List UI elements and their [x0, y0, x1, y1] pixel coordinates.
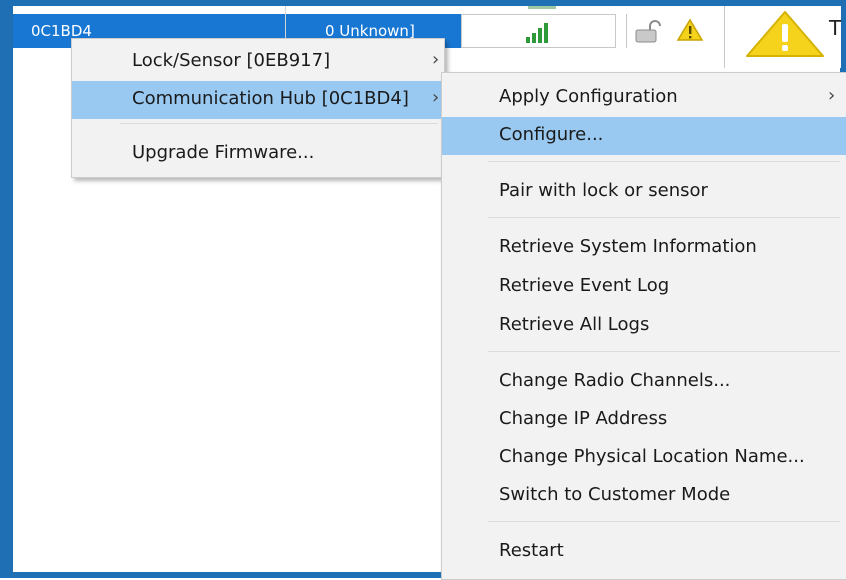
panel-text: T — [829, 16, 842, 40]
menu-item-apply-configuration[interactable]: Apply Configuration › — [442, 79, 846, 117]
chevron-right-icon: › — [432, 87, 440, 108]
menu-item-change-ip-address[interactable]: Change IP Address — [442, 401, 846, 439]
menu-item-pair[interactable]: Pair with lock or sensor — [442, 173, 846, 211]
menu-item-communication-hub[interactable]: Communication Hub [0C1BD4] › — [72, 81, 444, 119]
menu-item-upgrade-firmware[interactable]: Upgrade Firmware... — [72, 135, 444, 173]
menu-separator — [488, 521, 840, 522]
chevron-right-icon: › — [432, 49, 440, 70]
padlock-icon — [635, 20, 661, 43]
menu-separator — [120, 123, 438, 124]
menu-item-lock-sensor[interactable]: Lock/Sensor [0EB917] › — [72, 43, 444, 81]
chevron-right-icon: › — [828, 85, 836, 106]
warning-triangle-icon — [676, 18, 704, 41]
menu-item-retrieve-system-info[interactable]: Retrieve System Information — [442, 229, 846, 267]
column-header-indicator — [528, 6, 556, 9]
menu-item-change-location-name[interactable]: Change Physical Location Name... — [442, 439, 846, 477]
menu-item-configure[interactable]: Configure... — [442, 117, 846, 155]
status-panel: T — [724, 6, 841, 68]
warning-large-icon — [746, 11, 824, 57]
menu-item-restart[interactable]: Restart — [442, 533, 846, 571]
signal-strength-icon — [526, 23, 548, 43]
menu-separator — [488, 161, 840, 162]
signal-cell — [461, 14, 616, 48]
submenu-communication-hub: Apply Configuration › Configure... Pair … — [441, 72, 846, 580]
menu-separator — [488, 351, 840, 352]
menu-item-change-radio-channels[interactable]: Change Radio Channels... — [442, 363, 846, 401]
menu-item-switch-customer-mode[interactable]: Switch to Customer Mode — [442, 477, 846, 515]
lock-cell — [626, 14, 668, 48]
context-menu: Lock/Sensor [0EB917] › Communication Hub… — [71, 38, 445, 178]
menu-item-retrieve-all-logs[interactable]: Retrieve All Logs — [442, 307, 846, 345]
menu-item-retrieve-event-log[interactable]: Retrieve Event Log — [442, 268, 846, 306]
menu-separator — [488, 217, 840, 218]
